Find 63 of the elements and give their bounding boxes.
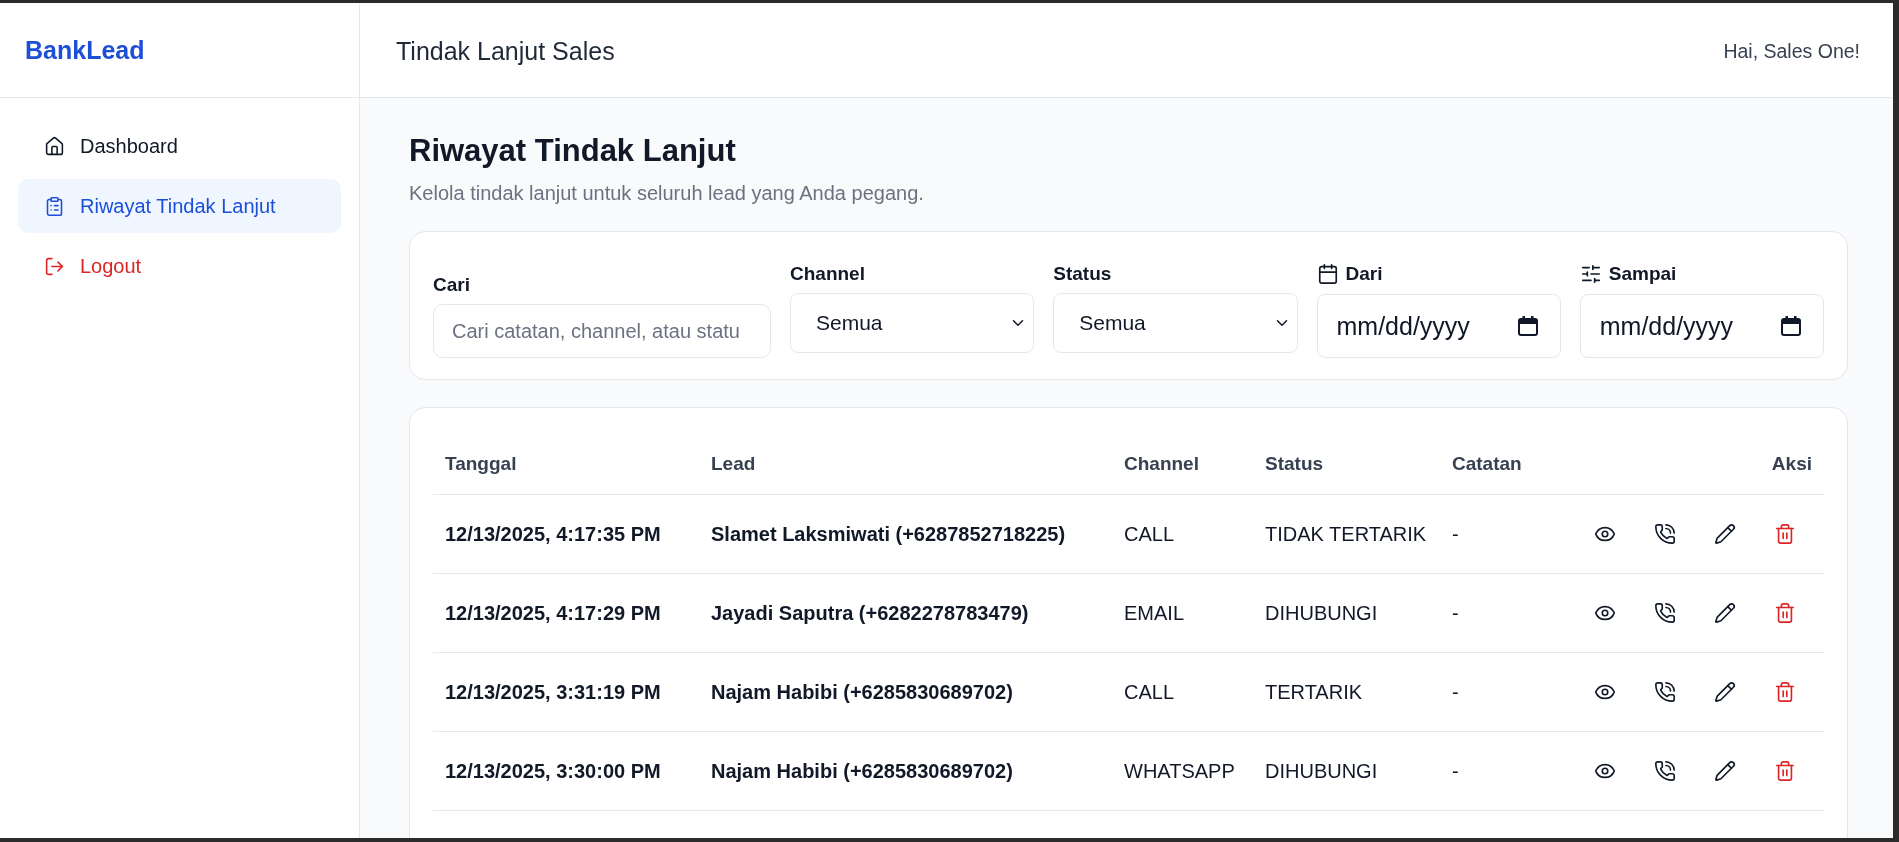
column-header: Tanggal: [444, 453, 518, 475]
column-header: Status: [1264, 453, 1325, 475]
filter-label: Dari: [1345, 263, 1383, 285]
filter-label: Channel: [790, 263, 865, 285]
table-cell-text: 12/13/2025, 3:31:19 PM: [444, 680, 662, 704]
table-cell-text: WHATSAPP: [1123, 759, 1236, 783]
table-cell-text: -: [1451, 522, 1460, 546]
calendar-icon: [1316, 263, 1339, 285]
page-subtitle: Kelola tindak lanjut untuk seluruh lead yang Anda pegang.: [409, 181, 925, 206]
table-cell-text: Najam Habibi (+6285830689702): [710, 680, 1014, 704]
table-cell-text: EMAIL: [1123, 601, 1186, 625]
table-cell-text: 12/13/2025, 4:17:29 PM: [444, 601, 662, 625]
calendar-icon: [1517, 316, 1538, 336]
table-cell-text: TIDAK TERTARIK: [1264, 522, 1428, 546]
trash-icon: [1774, 602, 1796, 624]
column-header: Aksi: [1770, 453, 1813, 475]
nav-item[interactable]: Riwayat Tindak Lanjut: [18, 179, 341, 233]
page-title: Riwayat Tindak Lanjut: [409, 132, 737, 169]
brand-logo: BankLead: [25, 35, 145, 65]
table-cell-text: TERTARIK: [1264, 680, 1364, 704]
date-field[interactable]: mm/dd/yyyy: [1579, 294, 1824, 358]
calendar-icon: [1781, 316, 1801, 336]
table-cell-text: DIHUBUNGI: [1264, 601, 1379, 625]
column-header: Catatan: [1451, 453, 1523, 475]
table-cell-text: CALL: [1123, 522, 1176, 546]
home-icon: [44, 135, 65, 157]
column-header: Lead: [710, 453, 757, 475]
nav-item[interactable]: Dashboard: [18, 119, 341, 173]
table-cell-text: Slamet Laksmiwati (+6287852718225): [710, 522, 1067, 546]
table-cell-text: DIHUBUNGI: [1264, 759, 1379, 783]
dropdown[interactable]: Semua: [790, 293, 1035, 353]
trash-icon: [1774, 523, 1796, 545]
trash-icon: [1774, 681, 1796, 703]
table-cell-text: -: [1451, 601, 1460, 625]
table-cell-text: CALL: [1123, 680, 1176, 704]
table-cell-text: -: [1451, 680, 1460, 704]
table-cell-text: Jayadi Saputra (+6282278783479): [710, 601, 1030, 625]
pencil-icon: [1714, 602, 1736, 624]
trash-icon: [1774, 760, 1796, 782]
header-title: Tindak Lanjut Sales: [396, 36, 615, 66]
filter-label: Cari: [433, 274, 470, 296]
table-cell-text: -: [1451, 759, 1460, 783]
table-cell-text: Najam Habibi (+6285830689702): [710, 759, 1014, 783]
table-cell-text: 12/13/2025, 4:17:35 PM: [444, 522, 662, 546]
sliders-icon: [1579, 263, 1602, 285]
pencil-icon: [1714, 523, 1736, 545]
filter-label: Status: [1053, 263, 1112, 285]
logout-icon: [44, 255, 65, 277]
pencil-icon: [1714, 760, 1736, 782]
greeting: Hai, Sales One!: [1723, 39, 1860, 63]
table-cell-text: 12/13/2025, 3:30:00 PM: [444, 759, 662, 783]
phone-icon: [1654, 602, 1676, 624]
column-header: Channel: [1123, 453, 1200, 475]
search-field[interactable]: Cari catatan, channel, atau statu: [433, 304, 771, 358]
logout-link[interactable]: Logout: [18, 239, 341, 293]
clipboard-icon: [44, 195, 65, 217]
date-field[interactable]: mm/dd/yyyy: [1316, 294, 1561, 358]
phone-icon: [1654, 681, 1676, 703]
phone-icon: [1654, 760, 1676, 782]
pencil-icon: [1714, 681, 1736, 703]
dropdown[interactable]: Semua: [1053, 293, 1298, 353]
filter-label: Sampai: [1608, 263, 1677, 285]
phone-icon: [1654, 523, 1676, 545]
